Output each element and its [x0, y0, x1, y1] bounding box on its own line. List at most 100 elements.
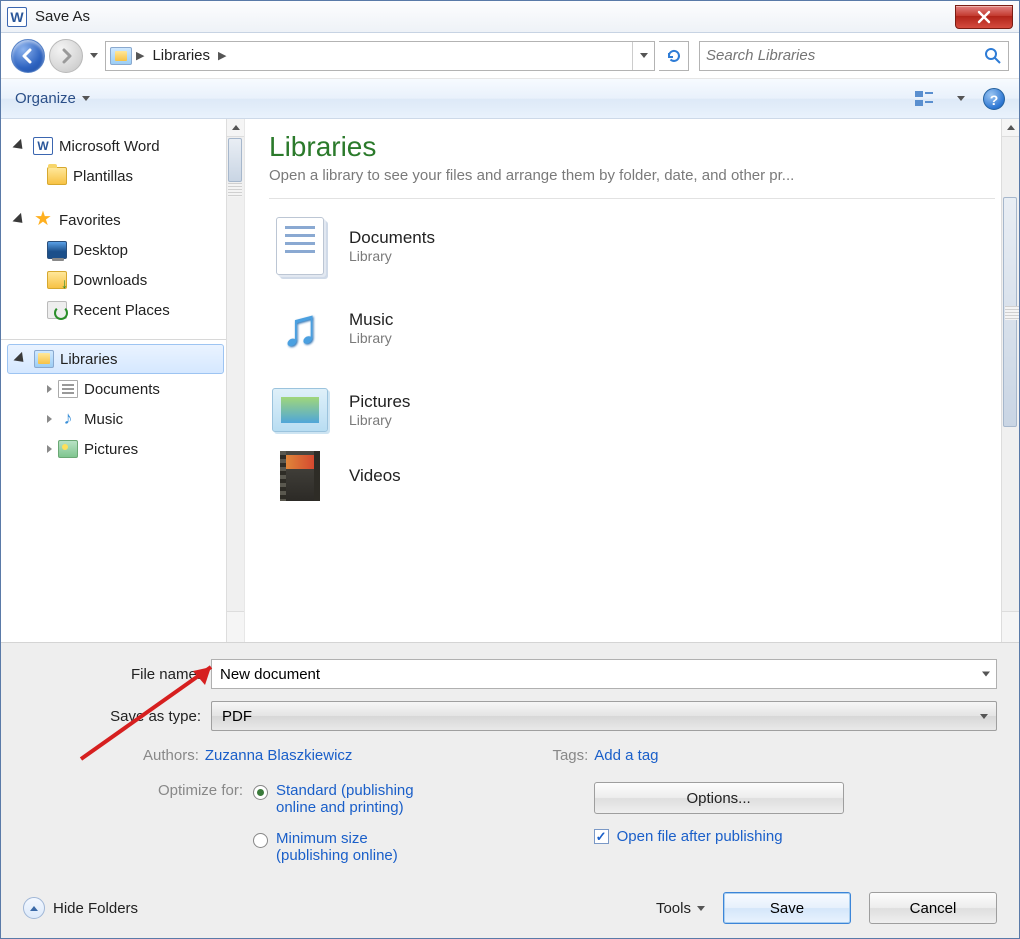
- word-icon: W: [33, 137, 53, 155]
- save-as-type-dropdown[interactable]: PDF: [211, 701, 997, 731]
- optimize-minimum-radio[interactable]: Minimum size(publishing online): [253, 830, 414, 864]
- library-item-pictures[interactable]: PicturesLibrary: [269, 369, 995, 451]
- scroll-down-icon[interactable]: [227, 611, 245, 642]
- pictures-icon: [272, 388, 328, 432]
- tree-item-documents[interactable]: Documents: [1, 374, 244, 404]
- optimize-standard-radio[interactable]: Standard (publishingonline and printing): [253, 782, 414, 816]
- recent-icon: [47, 301, 67, 319]
- tree-label: Downloads: [73, 272, 147, 289]
- document-icon: [58, 380, 78, 398]
- close-button[interactable]: [955, 5, 1013, 29]
- refresh-button[interactable]: [659, 41, 689, 71]
- change-view-button[interactable]: [913, 88, 939, 110]
- pictures-icon: [58, 440, 78, 458]
- star-icon: ★: [33, 211, 53, 229]
- search-input[interactable]: [706, 47, 984, 64]
- library-item-videos[interactable]: Videos: [269, 451, 995, 501]
- filename-label: File name:: [23, 666, 211, 683]
- open-after-checkbox[interactable]: ✓ Open file after publishing: [594, 828, 783, 845]
- save-as-type-label: Save as type:: [23, 708, 211, 725]
- back-button[interactable]: [11, 39, 45, 73]
- breadcrumb-libraries[interactable]: Libraries: [148, 47, 214, 64]
- music-icon: ♫: [281, 298, 320, 358]
- search-box[interactable]: [699, 41, 1009, 71]
- checkbox-checked-icon: ✓: [594, 829, 609, 844]
- forward-button[interactable]: [49, 39, 83, 73]
- tree-label: Recent Places: [73, 302, 170, 319]
- content-heading: Libraries: [269, 131, 995, 163]
- expander-open-icon: [13, 139, 27, 153]
- breadcrumb-dropdown[interactable]: [632, 42, 654, 70]
- tools-label: Tools: [656, 900, 691, 917]
- scroll-up-icon[interactable]: [227, 119, 244, 137]
- content-pane: Libraries Open a library to see your fil…: [245, 119, 1019, 642]
- expander-closed-icon: [47, 415, 52, 423]
- library-item-documents[interactable]: DocumentsLibrary: [269, 205, 995, 287]
- word-app-icon: W: [7, 7, 27, 27]
- arrow-left-icon: [20, 48, 36, 64]
- save-as-type-value: PDF: [222, 708, 252, 725]
- tree-item-recent[interactable]: Recent Places: [1, 295, 244, 325]
- tree-item-music[interactable]: ♪ Music: [1, 404, 244, 434]
- tree-item-libraries[interactable]: Libraries: [7, 344, 224, 374]
- navigation-pane: W Microsoft Word Plantillas ★ Favorites …: [1, 119, 245, 642]
- filename-dropdown[interactable]: [982, 672, 990, 677]
- expander-closed-icon: [47, 385, 52, 393]
- scroll-thumb[interactable]: [228, 138, 242, 182]
- titlebar: W Save As: [1, 1, 1019, 33]
- tree-item-word[interactable]: W Microsoft Word: [1, 131, 244, 161]
- folder-icon: [47, 167, 67, 185]
- authors-label: Authors:: [143, 747, 199, 764]
- scroll-up-icon[interactable]: [1002, 119, 1019, 137]
- tree-item-desktop[interactable]: Desktop: [1, 235, 244, 265]
- close-icon: [977, 10, 991, 24]
- filename-input[interactable]: New document: [211, 659, 997, 689]
- tree-label: Favorites: [59, 212, 121, 229]
- chevron-down-icon: [980, 714, 988, 719]
- organize-label: Organize: [15, 90, 76, 107]
- tree-item-favorites[interactable]: ★ Favorites: [1, 205, 244, 235]
- tree-label: Plantillas: [73, 168, 133, 185]
- downloads-icon: [47, 271, 67, 289]
- radio-label: online and printing): [276, 799, 404, 816]
- optimize-label: Optimize for:: [143, 782, 243, 864]
- tree-item-downloads[interactable]: Downloads: [1, 265, 244, 295]
- tools-menu[interactable]: Tools: [656, 900, 705, 917]
- documents-icon: [276, 217, 324, 275]
- arrow-right-icon: [58, 48, 74, 64]
- body: W Microsoft Word Plantillas ★ Favorites …: [1, 119, 1019, 643]
- save-button[interactable]: Save: [723, 892, 851, 924]
- radio-label: (publishing online): [276, 847, 398, 864]
- hide-folders-button[interactable]: Hide Folders: [23, 897, 138, 919]
- nav-history-dropdown[interactable]: [87, 39, 101, 73]
- organize-menu[interactable]: Organize: [15, 90, 90, 107]
- radio-label: Standard (publishing: [276, 782, 414, 799]
- save-as-dialog: W Save As ▶ Libraries ▶ Or: [0, 0, 1020, 939]
- library-label: Documents: [349, 228, 435, 248]
- checkbox-label: Open file after publishing: [617, 828, 783, 845]
- radio-label: Minimum size: [276, 830, 368, 847]
- library-type: Library: [349, 248, 435, 264]
- chevron-up-icon: [23, 897, 45, 919]
- scroll-thumb[interactable]: [1003, 197, 1017, 427]
- radio-checked-icon: [253, 785, 268, 800]
- nav-scrollbar[interactable]: [226, 119, 244, 642]
- music-icon: ♪: [58, 410, 78, 428]
- content-scrollbar[interactable]: [1001, 119, 1019, 642]
- authors-value[interactable]: Zuzanna Blaszkiewicz: [205, 747, 353, 764]
- tags-value[interactable]: Add a tag: [594, 747, 658, 764]
- scroll-down-icon[interactable]: [1002, 611, 1019, 642]
- tree-item-pictures[interactable]: Pictures: [1, 434, 244, 464]
- library-item-music[interactable]: ♫ MusicLibrary: [269, 287, 995, 369]
- tree-item-plantillas[interactable]: Plantillas: [1, 161, 244, 191]
- expander-open-icon: [14, 352, 28, 366]
- scroll-grip-icon: [228, 183, 242, 197]
- view-dropdown[interactable]: [957, 96, 965, 101]
- desktop-icon: [47, 241, 67, 259]
- breadcrumb-bar[interactable]: ▶ Libraries ▶: [105, 41, 655, 71]
- content-subtitle: Open a library to see your files and arr…: [269, 167, 995, 184]
- options-button[interactable]: Options...: [594, 782, 844, 814]
- help-button[interactable]: ?: [983, 88, 1005, 110]
- toolbar: Organize ?: [1, 79, 1019, 119]
- cancel-button[interactable]: Cancel: [869, 892, 997, 924]
